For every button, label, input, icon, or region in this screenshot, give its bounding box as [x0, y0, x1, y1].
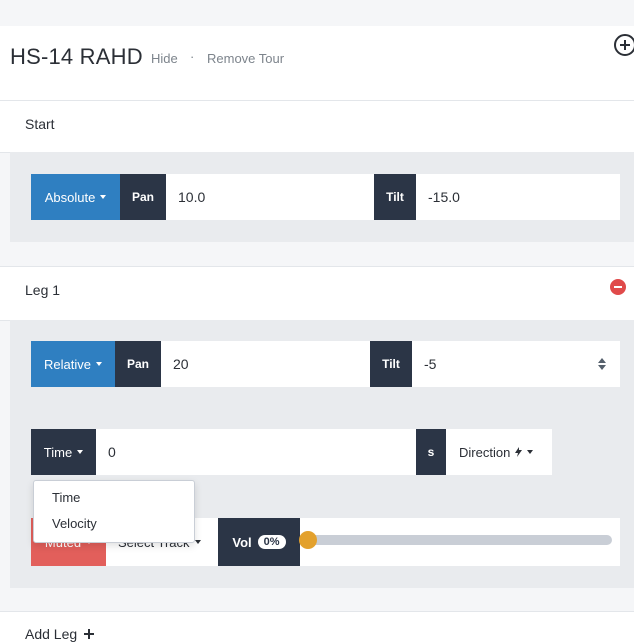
hide-link[interactable]: Hide — [151, 51, 178, 66]
leg-header — [0, 266, 634, 321]
leg-label: Leg 1 — [25, 282, 61, 298]
leg-tilt-input[interactable]: -5 — [412, 341, 620, 387]
tour-title: HS-14 RAHD — [10, 44, 143, 69]
absolute-dropdown-button[interactable]: Absolute — [31, 174, 120, 220]
caret-down-icon — [95, 362, 102, 366]
caret-down-icon — [77, 450, 84, 454]
plus-icon — [84, 629, 95, 639]
volume-label: Vol — [232, 534, 252, 550]
time-mode-label: Time — [43, 444, 73, 460]
leg-tilt-label: Tilt — [370, 341, 412, 387]
start-header — [0, 101, 634, 153]
remove-leg-icon[interactable] — [610, 279, 626, 295]
absolute-label: Absolute — [44, 189, 96, 205]
direction-label: Direction — [459, 444, 511, 460]
time-dropdown-button[interactable]: Time — [31, 429, 96, 475]
add-leg-label: Add Leg — [25, 626, 78, 642]
start-tilt-input[interactable]: -15.0 — [416, 174, 620, 220]
time-input[interactable]: 0 — [96, 429, 416, 475]
caret-down-icon — [194, 540, 201, 544]
caret-down-icon — [527, 450, 534, 454]
volume-label-box: Vol 0% — [218, 518, 300, 566]
volume-slider-track[interactable] — [306, 535, 612, 545]
volume-slider-knob[interactable] — [299, 531, 317, 549]
add-leg-button[interactable]: Add Leg — [25, 626, 95, 642]
start-pan-label: Pan — [120, 174, 166, 220]
volume-value-badge: 0% — [257, 535, 286, 549]
spinner-icon[interactable] — [598, 358, 606, 370]
leg-pan-label: Pan — [115, 341, 161, 387]
section-gap — [10, 242, 634, 266]
start-label: Start — [25, 116, 55, 132]
time-dropdown-menu: Time Velocity — [33, 480, 195, 543]
minus-icon — [614, 286, 622, 288]
caret-down-icon — [100, 195, 107, 199]
dropdown-option-time[interactable]: Time — [52, 490, 80, 505]
top-strip — [0, 0, 634, 10]
leg-tilt-value: -5 — [424, 356, 437, 372]
add-leg-row — [0, 611, 634, 642]
remove-tour-link[interactable]: Remove Tour — [207, 51, 284, 66]
add-icon[interactable] — [614, 34, 634, 56]
direction-dropdown-button[interactable]: Direction — [446, 429, 552, 475]
plus-icon — [620, 40, 630, 50]
bolt-icon — [515, 447, 523, 457]
relative-dropdown-button[interactable]: Relative — [31, 341, 115, 387]
leg-pan-input[interactable]: 20 — [161, 341, 370, 387]
time-unit-label: s — [416, 429, 446, 475]
relative-label: Relative — [44, 356, 91, 372]
dropdown-option-velocity[interactable]: Velocity — [52, 516, 97, 531]
header-separator: · — [190, 49, 195, 64]
start-pan-input[interactable]: 10.0 — [166, 174, 374, 220]
start-tilt-label: Tilt — [374, 174, 416, 220]
